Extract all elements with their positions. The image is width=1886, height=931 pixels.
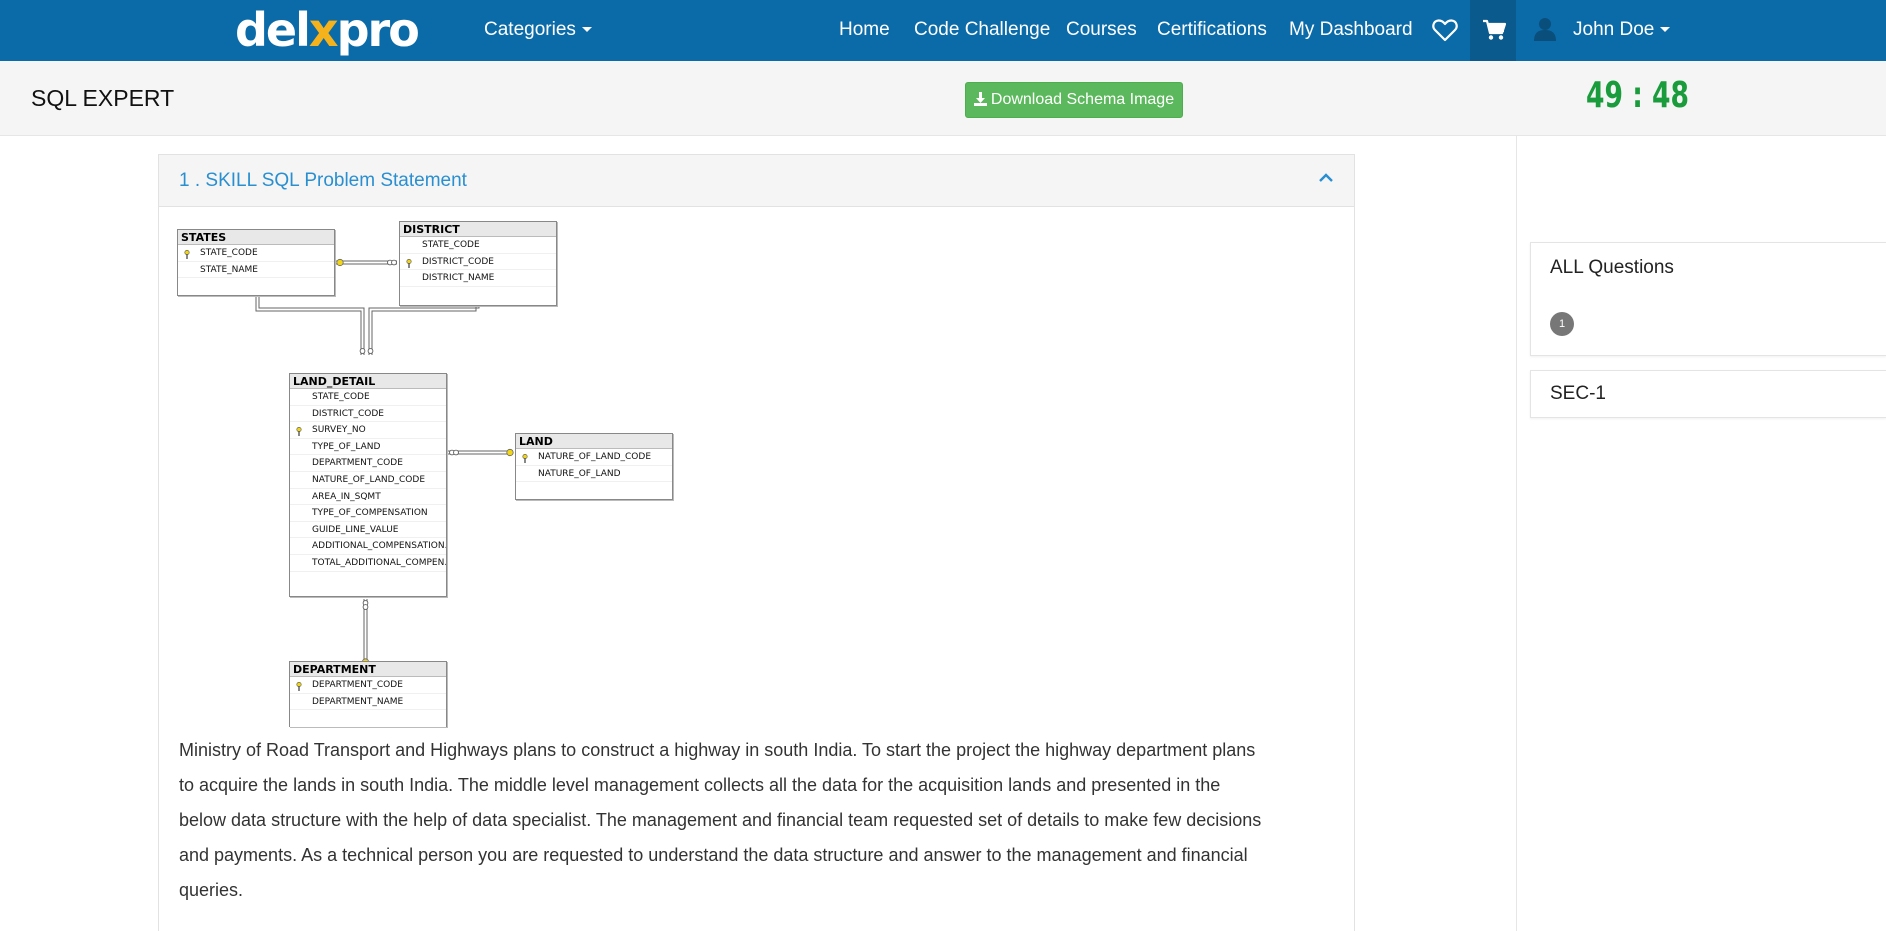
problem-statement-panel: 1 . SKILL SQL Problem Statement STATES S… <box>158 154 1355 931</box>
table-district: DISTRICT STATE_CODE DISTRICT_CODE DISTRI… <box>399 221 557 306</box>
nav-link-code-challenge[interactable]: Code Challenge <box>914 0 1050 61</box>
cart-icon <box>1483 19 1506 40</box>
column-row: TOTAL_ADDITIONAL_COMPEN... <box>290 555 446 572</box>
column-name: TYPE_OF_LAND <box>312 441 381 452</box>
key-icon <box>522 453 528 463</box>
user-avatar-icon[interactable] <box>1534 17 1556 46</box>
column-row: DISTRICT_CODE <box>400 254 556 271</box>
column-row: STATE_CODE <box>400 237 556 254</box>
column-row: AREA_IN_SQMT <box>290 489 446 506</box>
column-row: DISTRICT_CODE <box>290 406 446 423</box>
column-row: NATURE_OF_LAND_CODE <box>290 472 446 489</box>
column-name: STATE_CODE <box>422 240 480 250</box>
key-icon <box>406 258 412 268</box>
categories-dropdown[interactable]: Categories <box>484 0 592 61</box>
download-icon <box>973 92 987 106</box>
page-title: SQL EXPERT <box>31 85 175 111</box>
table-land: LAND NATURE_OF_LAND_CODE NATURE_OF_LAND <box>515 433 673 500</box>
key-icon <box>296 681 302 691</box>
user-name-label: John Doe <box>1573 19 1655 40</box>
column-name: GUIDE_LINE_VALUE <box>312 524 399 535</box>
column-row: ADDITIONAL_COMPENSATION... <box>290 538 446 555</box>
column-row: TYPE_OF_COMPENSATION <box>290 505 446 522</box>
column-row: DEPARTMENT_CODE <box>290 455 446 472</box>
nav-link-courses[interactable]: Courses <box>1066 0 1137 61</box>
table-land-header: LAND <box>516 434 672 449</box>
column-name: SURVEY_NO <box>312 425 366 436</box>
logo-text-left: del <box>235 3 311 57</box>
column-name: NATURE_OF_LAND_CODE <box>312 474 426 485</box>
table-states-header: STATES <box>178 230 334 245</box>
user-menu[interactable]: John Doe <box>1573 0 1671 61</box>
table-states: STATES STATE_CODE STATE_NAME <box>177 229 335 296</box>
column-name: DISTRICT_NAME <box>422 273 495 284</box>
nav-link-my-dashboard[interactable]: My Dashboard <box>1289 0 1413 61</box>
column-row: STATE_CODE <box>290 389 446 406</box>
column-name: ADDITIONAL_COMPENSATION... <box>312 541 446 552</box>
all-questions-card: ALL Questions 1 <box>1530 242 1886 356</box>
nav-link-certifications[interactable]: Certifications <box>1157 0 1267 61</box>
column-name: DEPARTMENT_NAME <box>312 696 404 707</box>
top-navbar: delxpro Categories Home Code Challenge C… <box>0 0 1886 61</box>
panel-header[interactable]: 1 . SKILL SQL Problem Statement <box>159 155 1354 207</box>
section-title: SEC-1 <box>1550 383 1606 404</box>
sub-header: SQL EXPERT Download Schema Image 49 : 48 <box>0 61 1886 136</box>
column-row: DISTRICT_NAME <box>400 270 556 287</box>
column-row: GUIDE_LINE_VALUE <box>290 522 446 539</box>
column-name: TYPE_OF_COMPENSATION <box>312 508 428 519</box>
column-name: NATURE_OF_LAND <box>538 468 621 479</box>
column-name: STATE_CODE <box>200 248 258 258</box>
download-schema-button[interactable]: Download Schema Image <box>965 82 1183 118</box>
key-icon <box>184 249 190 259</box>
column-row: SURVEY_NO <box>290 422 446 439</box>
column-name: DEPARTMENT_CODE <box>312 680 403 690</box>
cart-button[interactable] <box>1470 0 1516 61</box>
caret-down-icon <box>1660 27 1671 33</box>
column-row: STATE_NAME <box>178 262 334 279</box>
caret-down-icon <box>581 27 592 33</box>
all-questions-title: ALL Questions <box>1550 257 1674 278</box>
column-name: AREA_IN_SQMT <box>312 491 381 502</box>
logo-text-x: x <box>308 3 339 57</box>
column-name: DISTRICT_CODE <box>312 408 384 419</box>
logo-text-right: pro <box>336 3 420 57</box>
column-row: STATE_CODE <box>178 245 334 262</box>
table-department: DEPARTMENT DEPARTMENT_CODE DEPARTMENT_NA… <box>289 661 447 727</box>
question-badge-1[interactable]: 1 <box>1550 312 1574 336</box>
column-name: DISTRICT_CODE <box>422 256 494 267</box>
table-district-header: DISTRICT <box>400 222 556 237</box>
column-row: NATURE_OF_LAND <box>516 466 672 483</box>
column-row: DEPARTMENT_CODE <box>290 677 446 694</box>
column-name: STATE_CODE <box>312 392 370 402</box>
section-card[interactable]: SEC-1 <box>1530 370 1886 418</box>
nav-link-home[interactable]: Home <box>839 0 890 61</box>
download-schema-label: Download Schema Image <box>990 91 1175 108</box>
column-name: DEPARTMENT_CODE <box>312 458 403 469</box>
table-land-detail: LAND_DETAIL STATE_CODE DISTRICT_CODE SUR… <box>289 373 447 597</box>
categories-label: Categories <box>484 19 576 40</box>
table-department-header: DEPARTMENT <box>290 662 446 677</box>
column-name: TOTAL_ADDITIONAL_COMPEN... <box>312 557 446 568</box>
key-icon <box>296 426 302 437</box>
column-row: DEPARTMENT_NAME <box>290 694 446 711</box>
column-name: STATE_NAME <box>200 264 258 275</box>
column-row: TYPE_OF_LAND <box>290 439 446 456</box>
column-row: NATURE_OF_LAND_CODE <box>516 449 672 466</box>
panel-title: 1 . SKILL SQL Problem Statement <box>179 170 467 191</box>
column-name: NATURE_OF_LAND_CODE <box>538 452 652 462</box>
heart-icon[interactable] <box>1432 18 1458 42</box>
countdown-timer: 49 : 48 <box>1586 75 1690 116</box>
problem-description: Ministry of Road Transport and Highways … <box>179 740 1262 900</box>
chevron-up-icon[interactable] <box>1319 173 1333 183</box>
table-land-detail-header: LAND_DETAIL <box>290 374 446 389</box>
delxpro-logo[interactable]: delxpro <box>235 3 420 57</box>
